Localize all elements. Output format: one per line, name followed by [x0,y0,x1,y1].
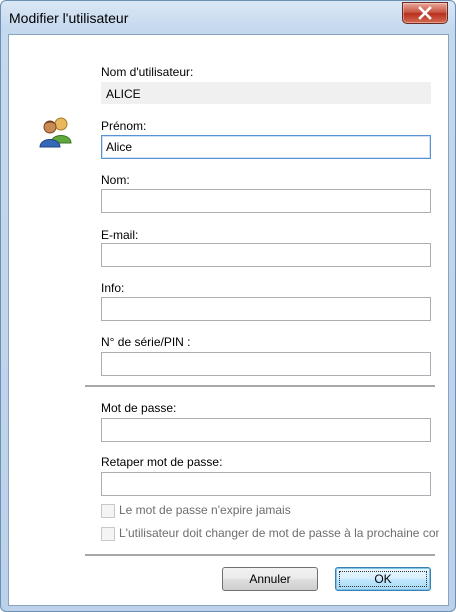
dialog-body: Nom d'utilisateur: ALICE Prénom: Nom: E-… [8,34,449,606]
username-label: Nom d'utilisateur: [101,65,194,79]
cancel-button[interactable]: Annuler [222,567,318,591]
password-confirm-label: Retaper mot de passe: [101,455,223,469]
email-label: E-mail: [101,228,139,242]
lastname-field[interactable] [101,189,431,213]
ok-button[interactable]: OK [335,567,431,591]
password-field[interactable] [101,418,431,442]
close-icon [418,6,432,20]
cancel-button-label: Annuler [249,572,291,586]
ok-focus-ring [339,571,427,587]
never-expires-label: Le mot de passe n'expire jamais [119,503,291,517]
section-divider [85,385,435,388]
dialog-window: Modifier l'utilisateur Nom d'utilisateur… [0,0,456,612]
never-expires-checkbox[interactable] [101,504,115,518]
users-icon [39,117,72,148]
lastname-label: Nom: [101,173,130,187]
firstname-label: Prénom: [101,119,147,133]
title-bar[interactable]: Modifier l'utilisateur [1,1,455,35]
firstname-field[interactable] [101,135,431,159]
window-title: Modifier l'utilisateur [9,10,129,26]
info-label: Info: [101,281,125,295]
password-confirm-field[interactable] [101,472,431,496]
info-field[interactable] [101,297,431,321]
serial-pin-label: N° de série/PIN : [101,335,191,349]
password-label: Mot de passe: [101,401,177,415]
footer-divider [85,554,435,557]
must-change-label: L'utilisateur doit changer de mot de pas… [119,526,439,540]
username-value: ALICE [101,82,431,104]
close-button[interactable] [402,2,448,24]
must-change-checkbox[interactable] [101,527,115,541]
email-field[interactable] [101,243,431,267]
serial-pin-field[interactable] [101,352,431,376]
